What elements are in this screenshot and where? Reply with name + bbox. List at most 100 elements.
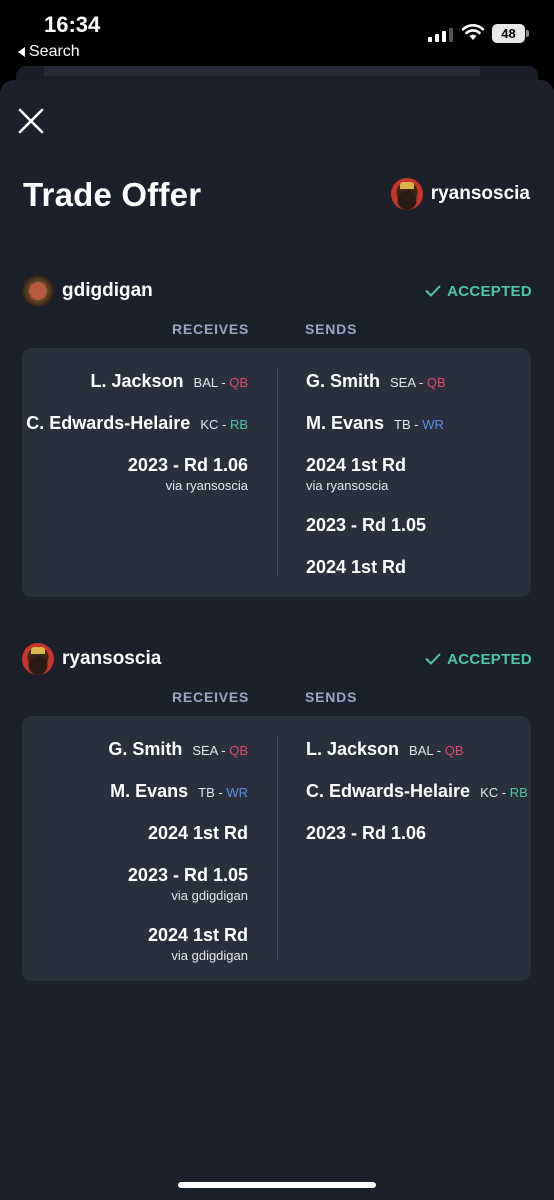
trade-asset[interactable]: C. Edwards-Helaire KC - RB (306, 782, 528, 801)
status-badge: ACCEPTED (425, 283, 532, 300)
asset-name: 2024 1st Rd (147, 925, 248, 945)
trade-asset[interactable]: 2024 1st Rd via ryansoscia (306, 456, 406, 492)
close-icon[interactable] (16, 106, 46, 136)
back-to-search-link[interactable]: Search (18, 43, 80, 61)
avatar (390, 178, 423, 210)
trade-asset[interactable]: M. Evans TB - WR (306, 414, 444, 433)
asset-separator: - (433, 743, 445, 758)
asset-separator: - (217, 375, 230, 390)
asset-team: TB (394, 417, 411, 432)
asset-name: G. Smith (306, 371, 381, 391)
battery-indicator: 48 (492, 24, 529, 43)
asset-name: 2023 - Rd 1.06 (306, 823, 427, 843)
asset-team: TB (198, 785, 215, 800)
asset-name: C. Edwards-Helaire (306, 781, 471, 801)
trade-asset[interactable]: 2023 - Rd 1.05 via gdigdigan (128, 866, 248, 902)
check-icon (425, 653, 441, 665)
trade-asset[interactable]: 2024 1st Rd (148, 824, 248, 843)
sends-column-header: SENDS (305, 321, 358, 337)
asset-name: L. Jackson (306, 739, 400, 759)
asset-team-position: BAL - QB (194, 376, 248, 389)
trade-asset[interactable]: G. Smith SEA - QB (306, 372, 446, 391)
sends-column-header: SENDS (305, 689, 358, 705)
trade-asset[interactable]: M. Evans TB - WR (110, 782, 248, 801)
asset-team: BAL (409, 743, 434, 758)
asset-name: G. Smith (108, 739, 183, 759)
trade-asset[interactable]: 2023 - Rd 1.05 (306, 516, 426, 535)
team-name[interactable]: ryansoscia (62, 648, 161, 670)
trade-card: L. Jackson BAL - QB C. Edwards-Helaire KC -… (22, 348, 531, 597)
team-name[interactable]: gdigdigan (62, 280, 153, 302)
avatar (22, 643, 54, 675)
asset-team: SEA (192, 743, 218, 758)
asset-team: KC (480, 785, 499, 800)
trade-asset[interactable]: 2023 - Rd 1.06 via ryansoscia (128, 456, 248, 492)
asset-via: via ryansoscia (306, 478, 389, 493)
asset-position: RB (509, 785, 528, 800)
trade-asset[interactable]: 2024 1st Rd (306, 558, 406, 577)
asset-team-position: SEA - QB (192, 744, 248, 757)
status-badge: ACCEPTED (425, 651, 532, 668)
asset-name: 2023 - Rd 1.06 (127, 455, 248, 475)
asset-team-position: SEA - QB (390, 376, 446, 389)
trade-asset[interactable]: C. Edwards-Helaire KC - RB (26, 414, 248, 433)
receives-column-header: RECEIVES (172, 321, 250, 337)
asset-position: QB (229, 375, 248, 390)
asset-name: 2024 1st Rd (147, 823, 248, 843)
asset-team: BAL (193, 375, 218, 390)
trade-asset[interactable]: 2024 1st Rd via gdigdigan (148, 926, 248, 962)
avatar (22, 275, 54, 307)
asset-name: 2024 1st Rd (306, 557, 407, 577)
trade-asset[interactable]: L. Jackson BAL - QB (91, 372, 249, 391)
back-search-label: Search (29, 43, 80, 60)
trade-card: G. Smith SEA - QB M. Evans TB - WR 2024 1st … (22, 716, 531, 981)
asset-position: WR (226, 785, 248, 800)
status-label: ACCEPTED (447, 282, 532, 300)
trade-owner[interactable]: ryansoscia (390, 178, 530, 210)
status-bar: 16:34 Search 48 (0, 0, 554, 66)
trade-offer-modal: Trade Offer ryansoscia gdigdigan ACCEPTE… (0, 80, 554, 1200)
asset-separator: - (498, 785, 510, 800)
asset-separator: - (218, 417, 230, 432)
trade-asset[interactable]: G. Smith SEA - QB (108, 740, 248, 759)
card-divider (277, 736, 278, 960)
asset-team-position: BAL - QB (409, 744, 463, 757)
signal-icon (428, 26, 453, 42)
trade-asset[interactable]: 2023 - Rd 1.06 (306, 824, 426, 843)
wifi-icon (461, 24, 485, 40)
asset-name: M. Evans (110, 781, 189, 801)
asset-team-position: KC - RB (480, 786, 528, 799)
home-indicator (178, 1182, 376, 1188)
asset-position: QB (426, 375, 446, 390)
asset-separator: - (214, 785, 227, 800)
asset-name: 2024 1st Rd (306, 455, 407, 475)
asset-separator: - (410, 417, 423, 432)
asset-team: KC (200, 417, 219, 432)
asset-team-position: TB - WR (198, 786, 248, 799)
asset-team-position: KC - RB (200, 418, 248, 431)
asset-via: via gdigdigan (171, 948, 248, 963)
asset-separator: - (415, 375, 427, 390)
asset-position: RB (229, 417, 248, 432)
asset-name: C. Edwards-Helaire (26, 413, 191, 433)
asset-via: via gdigdigan (171, 888, 248, 903)
asset-via: via ryansoscia (165, 478, 248, 493)
card-divider (277, 368, 278, 576)
trade-side-header: ryansoscia ACCEPTED (22, 642, 532, 676)
asset-team: SEA (390, 375, 416, 390)
asset-name: M. Evans (306, 413, 385, 433)
asset-name: 2023 - Rd 1.05 (306, 515, 427, 535)
asset-team-position: TB - WR (394, 418, 444, 431)
trade-asset[interactable]: L. Jackson BAL - QB (306, 740, 464, 759)
asset-position: QB (444, 743, 464, 758)
owner-name: ryansoscia (430, 183, 530, 204)
asset-position: QB (229, 743, 248, 758)
status-label: ACCEPTED (447, 650, 532, 668)
receives-column-header: RECEIVES (172, 689, 250, 705)
trade-side-header: gdigdigan ACCEPTED (22, 274, 532, 308)
asset-name: L. Jackson (90, 371, 184, 391)
page-title: Trade Offer (23, 176, 202, 213)
status-time: 16:34 (44, 12, 101, 37)
back-triangle-icon (18, 47, 25, 57)
asset-separator: - (217, 743, 230, 758)
